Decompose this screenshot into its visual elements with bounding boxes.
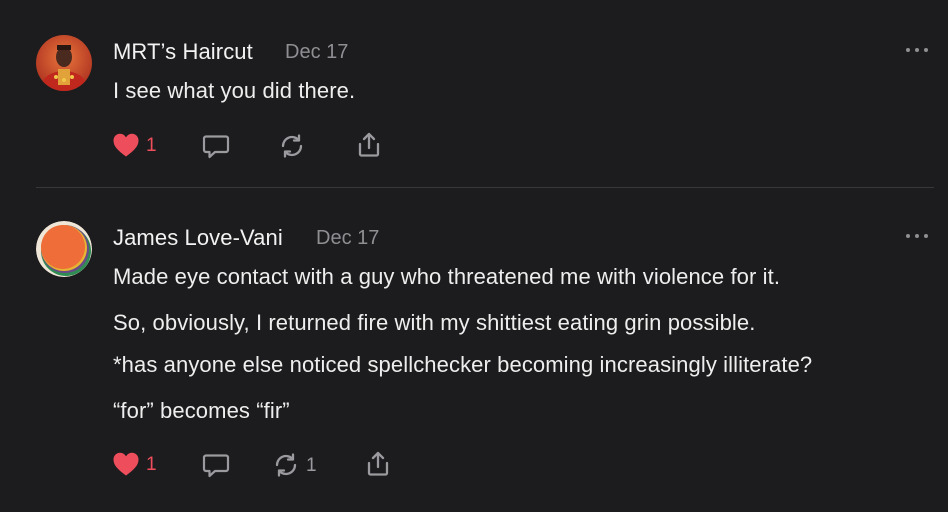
comment-icon xyxy=(202,135,230,159)
heart-icon xyxy=(113,452,139,476)
author-name[interactable]: James Love-Vani xyxy=(113,225,283,251)
avatar[interactable] xyxy=(36,35,92,91)
post-text: *has anyone else noticed spellchecker be… xyxy=(113,352,813,377)
author-name[interactable]: MRT’s Haircut xyxy=(113,39,253,65)
avatar[interactable] xyxy=(36,221,92,277)
more-options-button[interactable] xyxy=(906,47,928,53)
post-date[interactable]: Dec 17 xyxy=(285,41,348,64)
share-icon xyxy=(358,132,380,157)
more-icon-dot xyxy=(924,234,928,238)
more-icon-dot xyxy=(915,234,919,238)
more-icon-dot xyxy=(915,48,919,52)
repost-icon xyxy=(281,134,303,158)
comment-icon xyxy=(202,454,230,478)
share-icon xyxy=(367,451,389,476)
repost-button[interactable] xyxy=(278,132,306,160)
post-text: I see what you did there. xyxy=(113,78,356,103)
more-icon-dot xyxy=(924,48,928,52)
like-count: 1 xyxy=(146,134,157,156)
share-button[interactable] xyxy=(355,131,383,159)
more-icon xyxy=(906,234,910,238)
post: James Love-Vani Dec 17 Made eye contact … xyxy=(0,188,948,512)
repost-count: 1 xyxy=(306,454,317,476)
repost-icon xyxy=(275,453,297,477)
heart-icon xyxy=(113,133,139,157)
post-text: “for” becomes “fir” xyxy=(113,398,290,423)
like-button[interactable]: 1 xyxy=(112,132,157,158)
post: MRT’s Haircut Dec 17 I see what you did … xyxy=(0,0,948,188)
post-text: Made eye contact with a guy who threaten… xyxy=(113,264,781,289)
post-text: So, obviously, I returned fire with my s… xyxy=(113,310,756,335)
repost-button[interactable]: 1 xyxy=(272,451,317,479)
reply-button[interactable] xyxy=(202,132,230,160)
like-button[interactable]: 1 xyxy=(112,451,157,477)
reply-button[interactable] xyxy=(202,451,230,479)
more-icon xyxy=(906,48,910,52)
more-options-button[interactable] xyxy=(906,233,928,239)
like-count: 1 xyxy=(146,453,157,475)
share-button[interactable] xyxy=(364,450,392,478)
post-date[interactable]: Dec 17 xyxy=(316,227,379,250)
